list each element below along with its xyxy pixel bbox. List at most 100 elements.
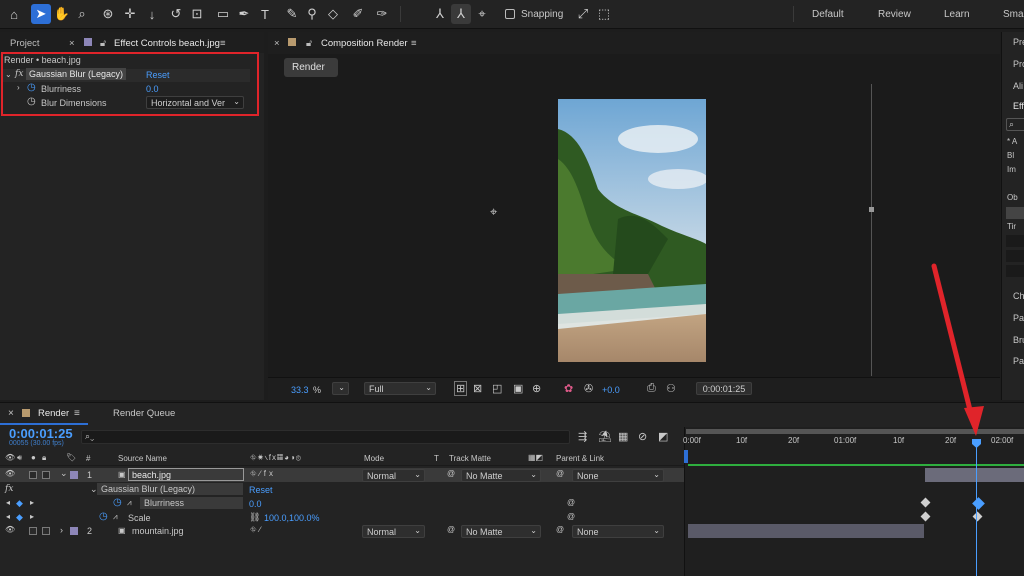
- effects-category[interactable]: Bl: [1007, 151, 1014, 160]
- layer-handle[interactable]: [869, 207, 874, 212]
- workspace-review[interactable]: Review: [878, 9, 911, 20]
- switches-icons[interactable]: ⛗✷∖fx▦◕◑⊚: [250, 453, 302, 463]
- work-area-start[interactable]: [684, 450, 688, 463]
- resolution-dropdown[interactable]: Full ⌄: [364, 382, 436, 395]
- chevron-right-icon[interactable]: ›: [60, 525, 63, 535]
- view-axis-icon[interactable]: ⌖: [472, 4, 492, 24]
- frame-blending-icon[interactable]: ⊘: [638, 430, 647, 443]
- effect-name[interactable]: Gaussian Blur (Legacy): [97, 483, 243, 495]
- mode-dropdown[interactable]: Normal ⌄: [362, 525, 425, 538]
- reset-link[interactable]: Reset: [249, 485, 273, 495]
- layer-bar-beach[interactable]: [925, 468, 1024, 482]
- layer-bar-mountain[interactable]: [688, 524, 924, 538]
- dolly-camera-icon[interactable]: ↓: [142, 4, 162, 24]
- solo-switch[interactable]: [29, 471, 37, 479]
- comp-timecode[interactable]: 0:00:01:25: [696, 382, 752, 395]
- mode-dropdown[interactable]: Normal ⌄: [362, 469, 425, 482]
- orbit-camera-icon[interactable]: ⊛: [98, 4, 118, 24]
- expression-pickwhip-icon[interactable]: @: [567, 512, 575, 521]
- lock-icon[interactable]: 🔓︎: [100, 38, 106, 49]
- tab-project[interactable]: Project: [10, 38, 40, 49]
- lock-switch[interactable]: [42, 471, 50, 479]
- solo-switch[interactable]: [29, 527, 37, 535]
- visibility-icon[interactable]: 👁︎: [5, 453, 15, 462]
- pen-tool-icon[interactable]: ✒: [234, 4, 254, 24]
- close-icon[interactable]: ×: [69, 38, 75, 49]
- color-channels-icon[interactable]: ✿: [564, 382, 573, 395]
- snap-grid-icon[interactable]: ⬚: [594, 4, 614, 24]
- workspace-learn[interactable]: Learn: [944, 9, 970, 20]
- effects-category[interactable]: Ob: [1007, 193, 1018, 202]
- layer-switches[interactable]: ⛗∕: [250, 525, 264, 535]
- blurriness-value[interactable]: 0.0: [249, 499, 262, 509]
- add-keyframe-icon[interactable]: ◆: [16, 498, 23, 509]
- panel-character[interactable]: Cha: [1013, 291, 1024, 301]
- track-matte-dropdown[interactable]: No Matte ⌄: [461, 469, 541, 482]
- tab-effect-controls[interactable]: Effect Controls beach.jpg: [114, 38, 220, 49]
- tab-composition[interactable]: Composition Render: [321, 38, 408, 49]
- panel-menu-icon[interactable]: ≡: [74, 408, 80, 419]
- guides-icon[interactable]: ⊕: [532, 382, 541, 395]
- prev-keyframe-icon[interactable]: ◂: [6, 498, 10, 507]
- eye-icon[interactable]: 👁︎: [5, 525, 15, 534]
- pan-behind-icon[interactable]: ⊡: [187, 4, 207, 24]
- snapshot-icon[interactable]: ⎙: [647, 382, 656, 395]
- effects-category[interactable]: Tir: [1007, 222, 1016, 231]
- tab-render-timeline[interactable]: Render: [38, 408, 69, 419]
- eraser-tool-icon[interactable]: ◇: [323, 4, 343, 24]
- zoom-tool-icon[interactable]: ⌕: [72, 4, 92, 24]
- prev-keyframe-icon[interactable]: ◂: [6, 512, 10, 521]
- show-snapshot-icon[interactable]: ⚇: [666, 382, 676, 395]
- lock-switch[interactable]: [42, 527, 50, 535]
- tab-render-queue[interactable]: Render Queue: [113, 408, 175, 419]
- region-of-interest-icon[interactable]: ▣: [513, 382, 523, 395]
- fx-icon[interactable]: fx: [5, 484, 13, 494]
- track-matte-dropdown[interactable]: No Matte ⌄: [461, 525, 541, 538]
- pan-camera-icon[interactable]: ✛: [120, 4, 140, 24]
- mode-header[interactable]: Mode: [364, 454, 384, 463]
- color-management-icon[interactable]: ✇: [584, 382, 593, 395]
- brush-tool-icon[interactable]: ✎: [282, 4, 302, 24]
- label-color-icon[interactable]: [70, 527, 78, 535]
- comp-render-button[interactable]: Render: [284, 58, 338, 77]
- track-matte-header[interactable]: Track Matte: [449, 454, 491, 463]
- stopwatch-icon[interactable]: ◷: [99, 511, 108, 522]
- scale-value[interactable]: 100.0,100.0%: [264, 513, 320, 523]
- solo-icon[interactable]: ●: [31, 453, 36, 462]
- current-time[interactable]: 0:00:01:25: [9, 426, 73, 441]
- workspace-small[interactable]: Smal: [1003, 9, 1024, 20]
- exposure-value[interactable]: +0.0: [602, 385, 620, 395]
- panel-properties[interactable]: Pro: [1013, 59, 1024, 69]
- next-keyframe-icon[interactable]: ▸: [30, 512, 34, 521]
- lock-column-icon[interactable]: 🔒︎: [42, 453, 46, 463]
- close-icon[interactable]: ×: [8, 408, 14, 419]
- rectangle-tool-icon[interactable]: ▭: [213, 4, 233, 24]
- graph-icon[interactable]: ⩘: [113, 512, 118, 522]
- expression-pickwhip-icon[interactable]: @: [567, 498, 575, 507]
- layer-name[interactable]: beach.jpg: [128, 468, 244, 481]
- matte-pickwhip-icon[interactable]: @: [447, 525, 455, 534]
- hand-tool-icon[interactable]: ✋: [52, 4, 72, 24]
- local-axis-icon[interactable]: ⅄: [430, 4, 450, 24]
- panel-effects[interactable]: Effe: [1013, 101, 1024, 111]
- panel-align[interactable]: Ali: [1013, 81, 1023, 91]
- effects-category[interactable]: * A: [1007, 137, 1017, 146]
- layer-row-beach[interactable]: 👁︎ ⌄ 1 ▣ beach.jpg ⛗∕fx Normal ⌄ @ No Mat…: [0, 468, 684, 482]
- timeline-search-input[interactable]: ⌕⌄: [81, 430, 570, 444]
- roto-brush-icon[interactable]: ✐: [348, 4, 368, 24]
- effects-category[interactable]: Im: [1007, 165, 1016, 174]
- eye-icon[interactable]: 👁︎: [5, 469, 15, 478]
- selection-tool-icon[interactable]: ➤: [31, 4, 51, 24]
- comp-mini-flowchart-icon[interactable]: ⇶: [578, 430, 587, 443]
- close-icon[interactable]: ×: [274, 38, 280, 49]
- clone-stamp-icon[interactable]: ⚲: [302, 4, 322, 24]
- next-keyframe-icon[interactable]: ▸: [30, 498, 34, 507]
- layer-name[interactable]: mountain.jpg: [132, 526, 184, 536]
- source-name-header[interactable]: Source Name: [118, 454, 167, 463]
- home-icon[interactable]: ⌂: [4, 4, 24, 24]
- lock-icon[interactable]: 🔓︎: [306, 38, 312, 49]
- snap-option-icon[interactable]: ⤢: [573, 4, 593, 24]
- effects-search-input[interactable]: ⌕: [1006, 118, 1024, 131]
- world-axis-icon[interactable]: ⅄: [451, 4, 471, 24]
- panel-paragraph[interactable]: Par: [1013, 313, 1024, 323]
